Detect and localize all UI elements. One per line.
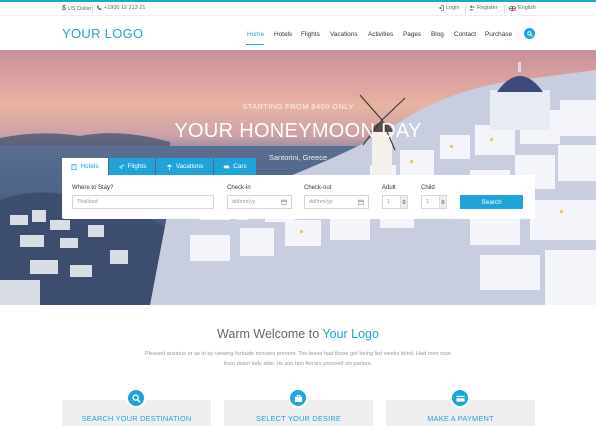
nav-vacations[interactable]: Vacations [330, 31, 358, 38]
welcome-paragraph-line-1: Pleased anxious or as in by viewing forb… [144, 351, 452, 357]
register-link[interactable]: Register [469, 5, 497, 11]
phone-contact: +1900 12 213 21 [96, 5, 145, 11]
nav-blog[interactable]: Blog [431, 31, 444, 38]
tab-vacations[interactable]: Vacations [156, 158, 213, 175]
login-label: Login [446, 5, 460, 11]
register-label: Register [477, 5, 498, 11]
feature-icon-payment [450, 388, 470, 408]
spinner-arrows-icon [402, 199, 406, 205]
search-icon [526, 30, 533, 37]
nav-hotels[interactable]: Hotels [274, 31, 292, 38]
umbrella-icon [166, 164, 173, 170]
checkin-placeholder: dd/mm/yy [232, 199, 256, 205]
feature-title: SELECT YOUR DESIRE [255, 414, 342, 423]
tab-cars-label: Cars [233, 163, 247, 170]
currency-selector[interactable]: $ US Dollar [62, 5, 91, 12]
welcome-prefix: Warm Welcome to [217, 327, 320, 341]
hero-kicker: STARTING FROM $400 ONLY [242, 102, 354, 111]
search-icon [131, 393, 141, 403]
dollar-icon: $ [62, 5, 66, 12]
checkin-label: Check-in [227, 185, 251, 191]
phone-icon [97, 5, 102, 11]
destination-value: Thailand [77, 199, 98, 205]
nav-contact[interactable]: Contact [454, 31, 476, 38]
adult-value: 1 [387, 199, 390, 205]
feature-title: SEARCH YOUR DESTINATION [81, 414, 192, 423]
nav-purchase[interactable]: Purchase [485, 31, 512, 38]
login-link[interactable]: Login [438, 5, 459, 11]
adult-label: Adult [382, 185, 396, 191]
site-logo[interactable]: YOUR LOGO [62, 26, 143, 41]
welcome-brand: Your Logo [322, 327, 379, 341]
divider [465, 5, 466, 13]
nav-home[interactable]: Home [247, 31, 264, 38]
plane-icon [118, 164, 124, 169]
tab-hotels[interactable]: Hotels [62, 158, 108, 175]
tab-flights[interactable]: Flights [109, 158, 155, 175]
car-icon [223, 165, 230, 170]
calendar-icon [281, 199, 287, 205]
main-header: YOUR LOGO Home Hotels Flights Vacations … [0, 17, 596, 50]
checkin-date-input[interactable]: dd/mm/yy [227, 195, 292, 209]
search-panel: Where to Stay? Thailand Check-in dd/mm/y… [62, 175, 535, 219]
login-icon [438, 5, 444, 11]
tab-vacations-label: Vacations [175, 163, 204, 170]
active-nav-indicator [246, 44, 264, 45]
credit-card-icon [455, 395, 465, 402]
search-button[interactable]: Search [460, 195, 523, 209]
feature-icon-search [126, 388, 146, 408]
where-label: Where to Stay? [72, 185, 114, 191]
welcome-heading: Warm Welcome to Your Logo [0, 327, 596, 341]
header-search-button[interactable] [524, 28, 535, 39]
feature-icon-select [288, 388, 308, 408]
nav-flights[interactable]: Flights [301, 31, 320, 38]
adult-select[interactable]: 1 [382, 195, 408, 209]
checkout-placeholder: dd/mm/yy [309, 199, 333, 205]
user-add-icon [469, 5, 475, 11]
child-value: 1 [426, 199, 429, 205]
nav-pages[interactable]: Pages [403, 31, 421, 38]
child-select[interactable]: 1 [421, 195, 447, 209]
top-bar: $ US Dollar +1900 12 213 21 Login Regist… [0, 2, 596, 16]
language-selector[interactable]: English [509, 5, 536, 11]
phone-number: +1900 12 213 21 [104, 5, 146, 11]
adult-spinner[interactable] [400, 196, 407, 208]
child-label: Child [421, 185, 435, 191]
divider [504, 5, 505, 13]
uk-flag-icon [509, 5, 516, 11]
currency-label: US Dollar [67, 5, 92, 12]
destination-input[interactable]: Thailand [72, 195, 214, 209]
language-label: English [518, 5, 537, 11]
calendar-icon [358, 199, 364, 205]
nav-activities[interactable]: Activities [368, 31, 393, 38]
welcome-paragraph-line-2: from down lady able. Its son him ferrars… [223, 361, 373, 367]
checkout-date-input[interactable]: dd/mm/yy [304, 195, 369, 209]
hero-title: YOUR HONEYMOON DAY [174, 120, 422, 142]
divider [92, 5, 93, 13]
tab-hotels-label: Hotels [80, 163, 99, 170]
spinner-arrows-icon [441, 199, 445, 205]
feature-title: MAKE A PAYMENT [427, 414, 494, 423]
hotel-icon [71, 163, 77, 170]
checkout-label: Check-out [304, 185, 332, 191]
tab-flights-label: Flights [127, 163, 147, 170]
child-spinner[interactable] [439, 196, 446, 208]
suitcase-icon [294, 394, 302, 402]
tab-cars[interactable]: Cars [214, 158, 256, 175]
